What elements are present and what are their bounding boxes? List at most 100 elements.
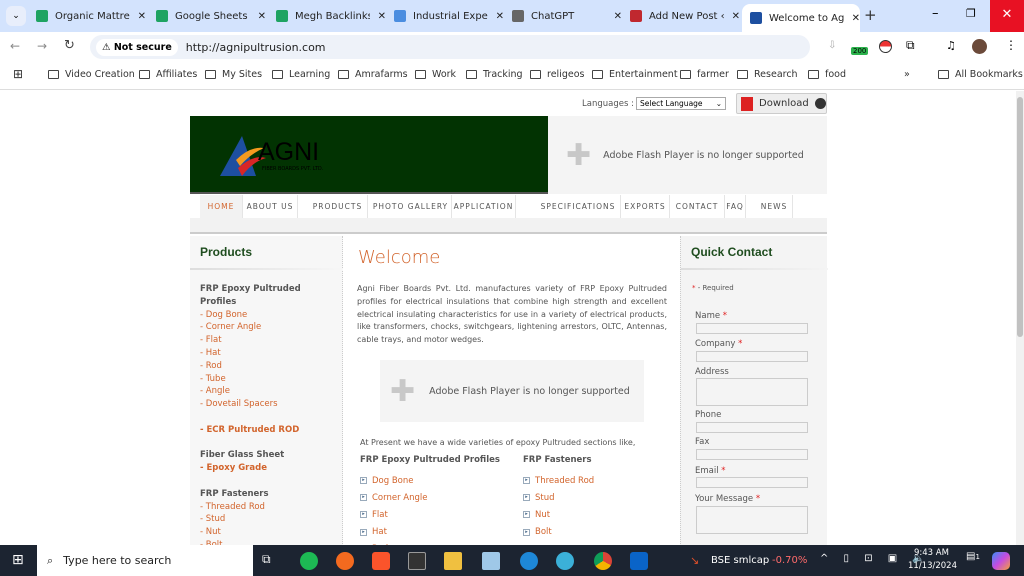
language-select[interactable]: Select Language ⌄ (636, 97, 726, 110)
sidebar-link[interactable]: - Hat (200, 347, 330, 360)
media-icon[interactable]: ♫ (946, 39, 956, 52)
name-field[interactable] (696, 323, 808, 334)
scrollbar-thumb[interactable] (1017, 97, 1023, 337)
clock-date[interactable]: 11/13/2024 (908, 561, 957, 571)
bookmark-folder[interactable]: Amrafarms (338, 69, 408, 80)
sidebar-link-ecr[interactable]: - ECR Pultruded ROD (200, 424, 330, 437)
nav-about-us[interactable]: ABOUT US (243, 195, 298, 218)
browser-icon[interactable] (556, 552, 574, 570)
extensions-icon[interactable]: ⧉ (906, 38, 915, 53)
brave-icon[interactable] (372, 552, 390, 570)
agni-logo[interactable]: AGNI FIBER BOARDS PVT. LTD. (220, 130, 380, 180)
nav-products[interactable]: PRODUCTS (308, 195, 368, 218)
address-bar[interactable]: ⚠ Not secure http://agnipultrusion.com (90, 35, 810, 59)
new-tab-button[interactable]: + (864, 6, 877, 24)
nav-exports[interactable]: EXPORTS (621, 195, 670, 218)
browser-tab[interactable]: Welcome to Agni ✕ (742, 4, 860, 32)
sidebar-link[interactable]: - Corner Angle (200, 321, 330, 334)
sidebar-link[interactable]: - Dovetail Spacers (200, 398, 330, 411)
company-field[interactable] (696, 351, 808, 362)
minimize-button[interactable]: – (932, 6, 939, 21)
close-tab-icon[interactable]: ✕ (852, 13, 860, 24)
extension-badge[interactable]: 200 (851, 47, 869, 55)
bookmark-folder[interactable]: Research (737, 69, 798, 80)
notification-icon[interactable]: ▤1 (966, 551, 980, 562)
nav-home[interactable]: HOME (200, 195, 243, 218)
security-chip[interactable]: ⚠ Not secure (96, 38, 178, 56)
avatar[interactable] (972, 39, 987, 54)
outlook-icon[interactable] (630, 552, 648, 570)
more-bookmarks-icon[interactable]: » (904, 69, 910, 80)
nav-faq[interactable]: FAQ (725, 195, 746, 218)
page-scrollbar[interactable] (1016, 91, 1024, 545)
close-tab-icon[interactable]: ✕ (496, 11, 504, 22)
clock-time[interactable]: 9:43 AM (914, 548, 949, 558)
your-message-field[interactable] (696, 506, 808, 534)
reload-icon[interactable]: ↻ (64, 38, 75, 53)
download-icon[interactable]: ⇩ (828, 40, 836, 51)
restore-button[interactable]: ❐ (966, 7, 976, 20)
download-button[interactable]: Download (736, 93, 827, 114)
sidebar-link[interactable]: - Flat (200, 334, 330, 347)
firefox-icon[interactable] (336, 552, 354, 570)
fax-field[interactable] (696, 449, 808, 460)
email-field[interactable] (696, 477, 808, 488)
close-tab-icon[interactable]: ✕ (732, 11, 740, 22)
sidebar-link[interactable]: - Rod (200, 360, 330, 373)
product-link[interactable]: ▸ Stud (523, 489, 594, 506)
tab-search-button[interactable]: ⌄ (6, 6, 26, 26)
file-explorer-icon[interactable] (444, 552, 462, 570)
url-text[interactable]: http://agnipultrusion.com (186, 41, 326, 54)
browser-tab[interactable]: Organic Mattress ✕ (28, 4, 146, 28)
apps-icon[interactable]: ⊞ (13, 67, 23, 81)
product-link[interactable]: ▸ Dog Bone (360, 472, 427, 489)
menu-icon[interactable]: ⋮ (1005, 38, 1017, 52)
edge-icon[interactable] (520, 552, 538, 570)
browser-tab[interactable]: Google Sheets ✕ (148, 4, 266, 28)
taskbar-search[interactable]: ⌕ Type here to search (37, 545, 253, 576)
browser-tab[interactable]: Industrial Experi ✕ (386, 4, 504, 28)
close-tab-icon[interactable]: ✕ (378, 11, 386, 22)
nav-specifications[interactable]: SPECIFICATIONS (536, 195, 621, 218)
browser-tab[interactable]: ChatGPT ✕ (504, 4, 622, 28)
close-tab-icon[interactable]: ✕ (258, 11, 266, 22)
nav-contact[interactable]: CONTACT (670, 195, 725, 218)
bookmark-folder[interactable]: food (808, 69, 846, 80)
product-link[interactable]: ▸ Hat (360, 524, 427, 541)
windows-start-icon[interactable]: ⊞ (12, 552, 24, 568)
browser-tab[interactable]: Megh Backlinks ✕ (268, 4, 386, 28)
close-window-button[interactable]: ✕ (990, 0, 1024, 32)
product-link[interactable]: ▸ Nut (523, 506, 594, 523)
chrome-icon[interactable] (594, 552, 612, 570)
task-view-icon[interactable]: ⧉ (262, 552, 280, 570)
product-link[interactable]: ▸ Bolt (523, 524, 594, 541)
bookmark-folder[interactable]: farmer (680, 69, 729, 80)
terminal-icon[interactable] (408, 552, 426, 570)
stock-name[interactable]: BSE smlcap (711, 555, 769, 566)
bookmark-folder[interactable]: My Sites (205, 69, 262, 80)
bookmark-folder[interactable]: Work (415, 69, 456, 80)
bookmark-folder[interactable]: Entertainment (592, 69, 678, 80)
bookmark-folder[interactable]: Tracking (466, 69, 523, 80)
sidebar-link[interactable]: - Stud (200, 513, 330, 526)
product-link[interactable]: ▸ Threaded Rod (523, 472, 594, 489)
spotify-icon[interactable] (300, 552, 318, 570)
pokeball-icon[interactable] (879, 40, 892, 53)
phone-field[interactable] (696, 422, 808, 433)
sidebar-link[interactable]: - Nut (200, 526, 330, 539)
product-link[interactable]: ▸ Flat (360, 506, 427, 523)
forward-icon[interactable]: → (37, 39, 47, 53)
back-icon[interactable]: ← (10, 39, 20, 53)
notepad-icon[interactable] (482, 552, 500, 570)
bookmark-folder[interactable]: religeos (530, 69, 584, 80)
bookmark-folder[interactable]: Video Creation (48, 69, 135, 80)
nav-photo-gallery[interactable]: PHOTO GALLERY (370, 195, 452, 218)
close-tab-icon[interactable]: ✕ (138, 11, 146, 22)
sidebar-link[interactable]: - Dog Bone (200, 309, 330, 322)
all-bookmarks[interactable]: All Bookmarks (938, 69, 1023, 80)
sidebar-link[interactable]: - Threaded Rod (200, 501, 330, 514)
sidebar-link[interactable]: - Angle (200, 385, 330, 398)
product-link[interactable]: ▸ Corner Angle (360, 489, 427, 506)
nav-application[interactable]: APPLICATION (452, 195, 516, 218)
copilot-icon[interactable] (992, 552, 1010, 570)
